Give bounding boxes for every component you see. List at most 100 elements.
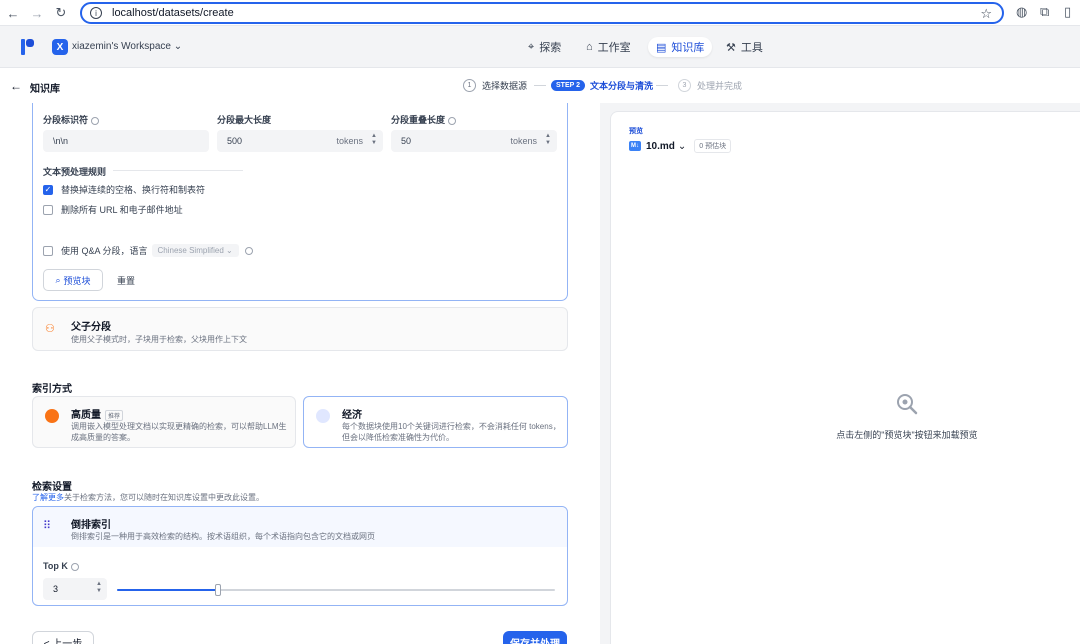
index-economy-card[interactable]: 经济 每个数据块使用10个关键词进行检索，不会消耗任何 tokens，但会以降低… xyxy=(303,396,568,448)
nav-knowledge[interactable]: ▤ 知识库 xyxy=(648,37,713,57)
star-icon xyxy=(45,409,59,423)
checkbox-unchecked[interactable] xyxy=(43,245,53,256)
preview-button-label: 预览块 xyxy=(63,275,91,286)
search-icon: ⌕ xyxy=(55,274,61,285)
grid-icon: ⠿ xyxy=(43,520,52,532)
previous-step-button[interactable]: < 上一步 xyxy=(32,631,94,644)
learn-more-link[interactable]: 了解更多 xyxy=(32,493,64,502)
general-segment-card: 分段标识符 \n\n 分段最大长度 500 tokens ▲ ▼ 分段重叠长度 5… xyxy=(32,103,568,301)
workspace-switcher[interactable]: xiazemin's Workspace ⌄ xyxy=(72,41,182,52)
preview-file-selector[interactable]: M↓ 10.md ⌄ 0 预估块 xyxy=(629,139,732,153)
help-icon[interactable] xyxy=(448,116,457,125)
overlap-label: 分段重叠长度 xyxy=(391,113,457,126)
parent-child-title: 父子分段 xyxy=(71,322,111,333)
inverted-index-title: 倒排索引 xyxy=(71,520,111,531)
back-icon[interactable]: ← xyxy=(2,2,24,24)
step-3: 3 处理并完成 xyxy=(678,79,742,92)
browser-toolbar: ← → ↻ i localhost/datasets/create ☆ ◍ ⧉ … xyxy=(0,0,1080,26)
save-and-process-button[interactable]: 保存并处理 xyxy=(503,631,567,644)
separator-label: 分段标识符 xyxy=(43,113,100,126)
max-length-input[interactable]: 500 tokens ▲ ▼ xyxy=(217,130,383,152)
qa-label: 使用 Q&A 分段，语言 xyxy=(61,246,148,256)
nav-tools[interactable]: ⚒ 工具 xyxy=(718,37,771,57)
reset-button[interactable]: 重置 xyxy=(117,274,135,287)
puzzle-icon[interactable]: ⧉ xyxy=(1040,4,1049,20)
checkbox-checked[interactable]: ✓ xyxy=(43,184,53,195)
inverted-index-desc: 倒排索引是一种用于高效检索的结构。按术语组织，每个术语指向包含它的文档或网页 xyxy=(71,532,375,541)
book-icon: ▤ xyxy=(656,41,667,54)
help-icon[interactable] xyxy=(244,246,253,255)
qa-segment-option[interactable]: 使用 Q&A 分段，语言 Chinese Simplified ⌄ xyxy=(43,244,253,257)
topk-label: Top K xyxy=(43,561,79,571)
step-2-number: STEP 2 xyxy=(551,80,585,91)
extension-icon[interactable]: ◍ xyxy=(1016,4,1027,20)
preview-chunks-button[interactable]: ⌕ 预览块 xyxy=(43,269,103,291)
settings-panel: 分段标识符 \n\n 分段最大长度 500 tokens ▲ ▼ 分段重叠长度 5… xyxy=(0,103,600,644)
breadcrumb[interactable]: 知识库 xyxy=(30,80,60,95)
inverted-index-card: ⠿ 倒排索引 倒排索引是一种用于高效检索的结构。按术语组织，每个术语指向包含它的… xyxy=(32,506,568,606)
stepper-icon[interactable]: ▲ ▼ xyxy=(371,133,377,147)
preview-label: 预览 xyxy=(629,128,643,135)
overlap-input[interactable]: 50 tokens ▲ ▼ xyxy=(391,130,557,152)
topk-value: 3 xyxy=(53,584,59,594)
rule-remove-urls[interactable]: 删除所有 URL 和电子邮件地址 xyxy=(43,203,183,216)
topk-slider[interactable] xyxy=(117,584,555,596)
inverted-index-header: ⠿ 倒排索引 倒排索引是一种用于高效检索的结构。按术语组织，每个术语指向包含它的… xyxy=(33,507,567,547)
max-length-label: 分段最大长度 xyxy=(217,115,272,125)
stepper-icon[interactable]: ▲ ▼ xyxy=(545,133,551,147)
studio-icon: ⌂ xyxy=(586,41,593,53)
step-connector xyxy=(534,85,546,86)
nav-studio-label: 工作室 xyxy=(597,42,631,54)
back-arrow-icon[interactable]: ← xyxy=(10,79,22,93)
magnifier-icon xyxy=(897,394,918,415)
url-text: localhost/datasets/create xyxy=(112,7,234,19)
stepper-icon[interactable]: ▲ ▼ xyxy=(96,581,102,595)
divider xyxy=(113,170,243,171)
robot-icon xyxy=(316,409,330,423)
app-logo[interactable] xyxy=(20,38,36,56)
help-icon[interactable] xyxy=(91,116,100,125)
high-quality-title: 高质量 推荐 xyxy=(71,406,124,421)
topk-slider-fill xyxy=(117,589,218,591)
nav-explore[interactable]: ⌖ 探索 xyxy=(520,37,569,57)
tool-icon: ⚒ xyxy=(726,41,736,54)
site-info-icon[interactable]: i xyxy=(90,7,102,19)
preview-file-name: 10.md xyxy=(646,140,675,152)
compass-icon: ⌖ xyxy=(528,40,535,53)
preview-panel: 预览 M↓ 10.md ⌄ 0 预估块 点击左侧的"预览块"按钮来加载预览 xyxy=(610,111,1080,644)
step-connector xyxy=(656,85,668,86)
parent-child-segment-card[interactable]: ⚇ 父子分段 使用父子模式时，子块用于检索，父块用作上下文 xyxy=(32,307,568,351)
address-bar[interactable]: i localhost/datasets/create ☆ xyxy=(80,2,1004,24)
help-icon[interactable] xyxy=(70,562,79,571)
economy-desc: 每个数据块使用10个关键词进行检索，不会消耗任何 tokens，但会以降低检索准… xyxy=(342,422,561,442)
step-1-number: 1 xyxy=(463,79,476,92)
rule-remove-urls-label: 删除所有 URL 和电子邮件地址 xyxy=(61,205,183,215)
nav-explore-label: 探索 xyxy=(539,42,562,54)
app-header: X xiazemin's Workspace ⌄ ⌖ 探索 ⌂ 工作室 ▤ 知识… xyxy=(0,27,1080,67)
forward-icon[interactable]: → xyxy=(26,2,48,24)
workspace-avatar[interactable]: X xyxy=(52,39,68,55)
separator-input[interactable]: \n\n xyxy=(43,130,209,152)
overlap-unit: tokens xyxy=(510,136,537,146)
rule-replace-spaces[interactable]: ✓ 替换掉连续的空格、换行符和制表符 xyxy=(43,183,205,196)
high-quality-desc: 调用嵌入模型处理文档以实现更精确的检索，可以帮助LLM生成高质量的答案。 xyxy=(71,422,287,442)
step-2-label: 文本分段与清洗 xyxy=(590,81,654,91)
topk-input[interactable]: 3 ▲ ▼ xyxy=(43,578,107,600)
nav-studio[interactable]: ⌂ 工作室 xyxy=(578,37,639,57)
chunk-count-badge: 0 预估块 xyxy=(694,139,732,153)
topk-slider-thumb[interactable] xyxy=(215,584,221,596)
retrieval-settings-title: 检索设置 xyxy=(32,482,72,493)
index-high-quality-card[interactable]: 高质量 推荐 调用嵌入模型处理文档以实现更精确的检索，可以帮助LLM生成高质量的答… xyxy=(32,396,296,448)
sub-header: ← 知识库 1 选择数据源 STEP 2 文本分段与清洗 3 处理并完成 xyxy=(0,67,1080,103)
overlap-value: 50 xyxy=(401,136,412,146)
step-1: 1 选择数据源 xyxy=(463,79,527,92)
rule-replace-spaces-label: 替换掉连续的空格、换行符和制表符 xyxy=(61,185,206,195)
language-select[interactable]: Chinese Simplified ⌄ xyxy=(151,244,239,257)
step-1-label: 选择数据源 xyxy=(482,81,528,91)
index-method-title: 索引方式 xyxy=(32,384,72,395)
reload-icon[interactable]: ↻ xyxy=(50,2,72,24)
profile-icon[interactable]: ▯ xyxy=(1064,4,1071,20)
parent-child-desc: 使用父子模式时，子块用于检索，父块用作上下文 xyxy=(71,335,247,344)
bookmark-star-icon[interactable]: ☆ xyxy=(980,6,992,22)
checkbox-unchecked[interactable] xyxy=(43,204,53,215)
